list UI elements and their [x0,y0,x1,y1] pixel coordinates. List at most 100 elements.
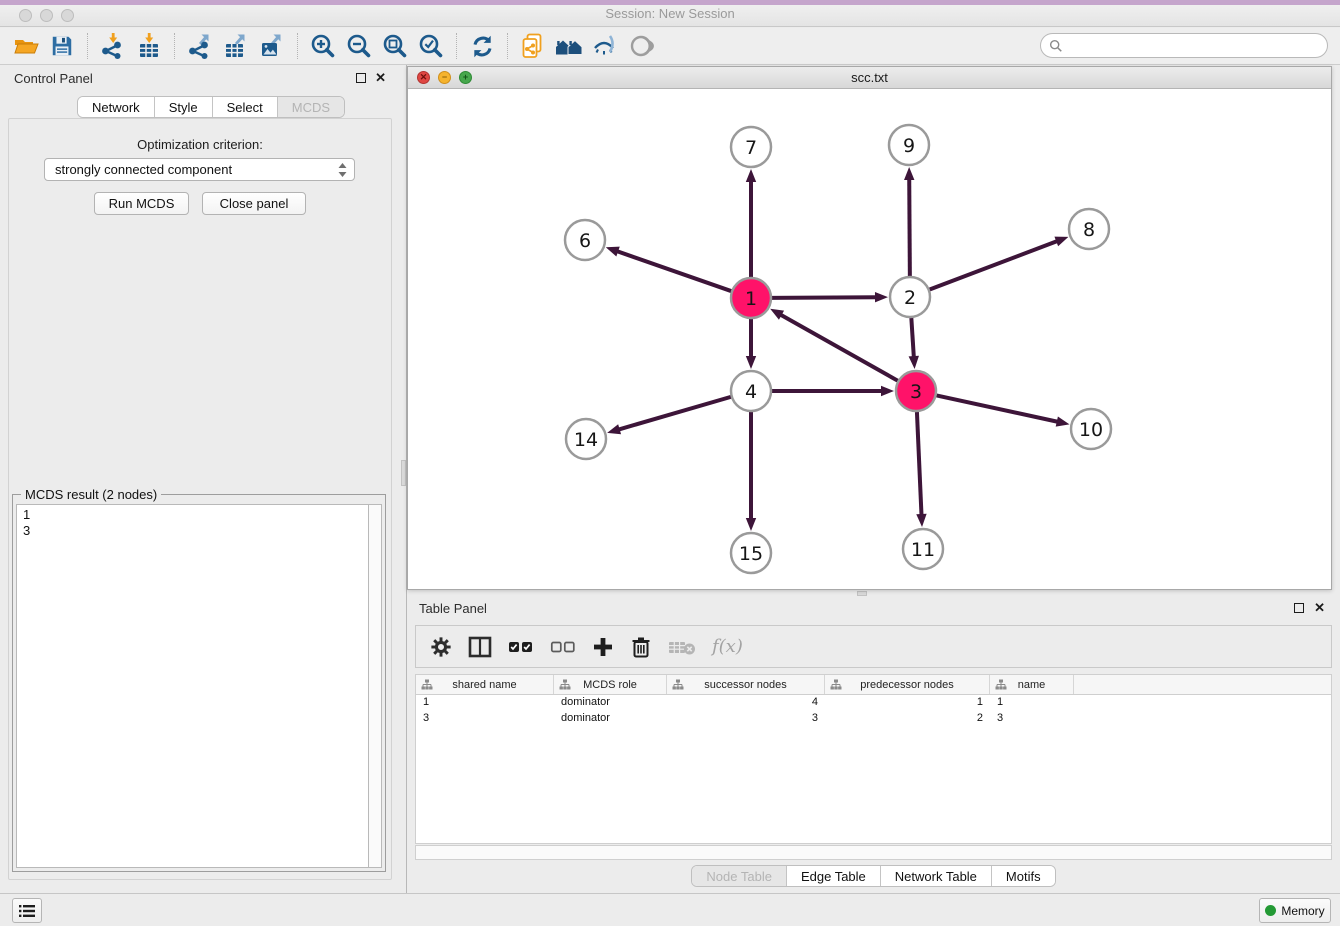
tab-motifs[interactable]: Motifs [992,866,1055,886]
first-neighbors-button[interactable] [551,31,587,61]
arrowhead-icon [916,514,926,527]
control-panel-close-button[interactable]: ✕ [375,70,386,86]
export-table-button[interactable] [218,31,254,61]
search-input[interactable] [1069,38,1327,53]
gear-icon [430,636,452,658]
zoom-in-button[interactable] [305,31,341,61]
column-header-MCDS-role[interactable]: MCDS role [554,675,667,694]
hierarchy-icon [421,679,433,691]
memory-button[interactable]: Memory [1259,898,1331,923]
column-header-shared-name[interactable]: shared name [416,675,554,694]
destroy-table-button[interactable] [668,638,696,656]
table-row[interactable]: 1dominator411 [416,695,1331,711]
graph-node-label: 4 [745,381,757,403]
hide-selected-button[interactable] [587,31,623,61]
table-cell[interactable]: 3 [416,711,554,727]
column-header-label: shared name [452,679,516,691]
arrowhead-icon [909,356,919,369]
import-network-button[interactable] [95,31,131,61]
table-panel-close-button[interactable]: ✕ [1314,600,1325,616]
column-header-name[interactable]: name [990,675,1074,694]
select-all-columns-button[interactable] [508,639,534,655]
table-cell[interactable]: dominator [554,711,667,727]
create-column-button[interactable] [592,636,614,658]
table-panel-float-button[interactable] [1294,603,1304,613]
new-network-from-selection-button[interactable] [515,31,551,61]
tab-mcds[interactable]: MCDS [278,97,344,117]
horizontal-splitter[interactable] [407,590,1340,597]
trash-icon [630,636,652,658]
panel-menu-button[interactable] [12,898,42,923]
network-window-titlebar[interactable]: ✕ − + scc.txt [408,67,1331,89]
table-cell[interactable]: 1 [990,695,1074,711]
arrowhead-icon [1056,416,1070,426]
edge-3-10[interactable] [937,395,1059,422]
table-row[interactable]: 3dominator323 [416,711,1331,727]
table-cell[interactable]: 1 [825,695,990,711]
column-header-predecessor-nodes[interactable]: predecessor nodes [825,675,990,694]
open-file-button[interactable] [8,31,44,61]
tab-style[interactable]: Style [155,97,213,117]
network-canvas[interactable]: 7968124314101511 [408,89,1331,589]
toolbar-separator [297,33,298,59]
zoom-fit-button[interactable] [377,31,413,61]
table-cell[interactable]: 4 [667,695,825,711]
apply-layout-button[interactable] [464,31,500,61]
mcds-result-text[interactable]: 13 [16,504,368,868]
import-table-button[interactable] [131,31,167,61]
arrowhead-icon [875,292,888,302]
column-header-successor-nodes[interactable]: successor nodes [667,675,825,694]
close-panel-button[interactable]: Close panel [202,192,306,215]
table-cell[interactable]: dominator [554,695,667,711]
eye-icon [628,33,654,59]
edge-1-2[interactable] [772,297,877,298]
table-cell[interactable]: 3 [667,711,825,727]
criterion-dropdown[interactable]: strongly connected component [44,158,355,181]
tab-node-table[interactable]: Node Table [692,866,787,886]
table-scrollbar[interactable] [415,845,1332,860]
table-cell[interactable]: 2 [825,711,990,727]
save-session-button[interactable] [44,31,80,61]
titlebar-accent-strip [0,0,1340,5]
function-builder-button[interactable]: f(x) [712,636,743,657]
table-cell[interactable]: 1 [416,695,554,711]
search-field[interactable] [1040,33,1328,58]
edge-1-6[interactable] [616,251,731,291]
splitter-grip[interactable] [857,591,867,596]
status-bar: Memory [0,893,1340,926]
export-image-icon [259,33,285,59]
tab-network[interactable]: Network [78,97,155,117]
node-table: shared name MCDS rolesuccessor nodesprede… [415,674,1332,844]
splitter-grip[interactable] [401,460,406,486]
tab-edge-table[interactable]: Edge Table [787,866,881,886]
control-panel-float-button[interactable] [356,73,366,83]
export-network-button[interactable] [182,31,218,61]
delete-columns-button[interactable] [630,636,652,658]
vertical-splitter[interactable] [400,65,407,893]
show-column-panel-button[interactable] [468,635,492,659]
edge-2-9[interactable] [909,178,910,276]
tab-select[interactable]: Select [213,97,278,117]
hierarchy-icon [995,679,1007,691]
zoom-selected-button[interactable] [413,31,449,61]
hierarchy-icon [559,679,571,691]
edge-2-3[interactable] [911,318,914,358]
unchecked-boxes-icon [550,639,576,655]
import-network-icon [100,33,126,59]
show-all-button[interactable] [623,31,659,61]
table-options-button[interactable] [430,636,452,658]
zoom-out-button[interactable] [341,31,377,61]
network-graph: 7968124314101511 [408,89,1331,589]
table-toolbar: f(x) [415,625,1332,668]
edge-3-1[interactable] [780,314,898,380]
edge-3-11[interactable] [917,412,922,516]
table-cell[interactable]: 3 [990,711,1074,727]
edge-4-14[interactable] [618,397,731,430]
tab-network-table[interactable]: Network Table [881,866,992,886]
export-image-button[interactable] [254,31,290,61]
edge-2-8[interactable] [930,241,1059,290]
export-network-icon [187,33,213,59]
mcds-result-scrollbar[interactable] [368,504,382,868]
deselect-all-columns-button[interactable] [550,639,576,655]
run-mcds-button[interactable]: Run MCDS [94,192,189,215]
